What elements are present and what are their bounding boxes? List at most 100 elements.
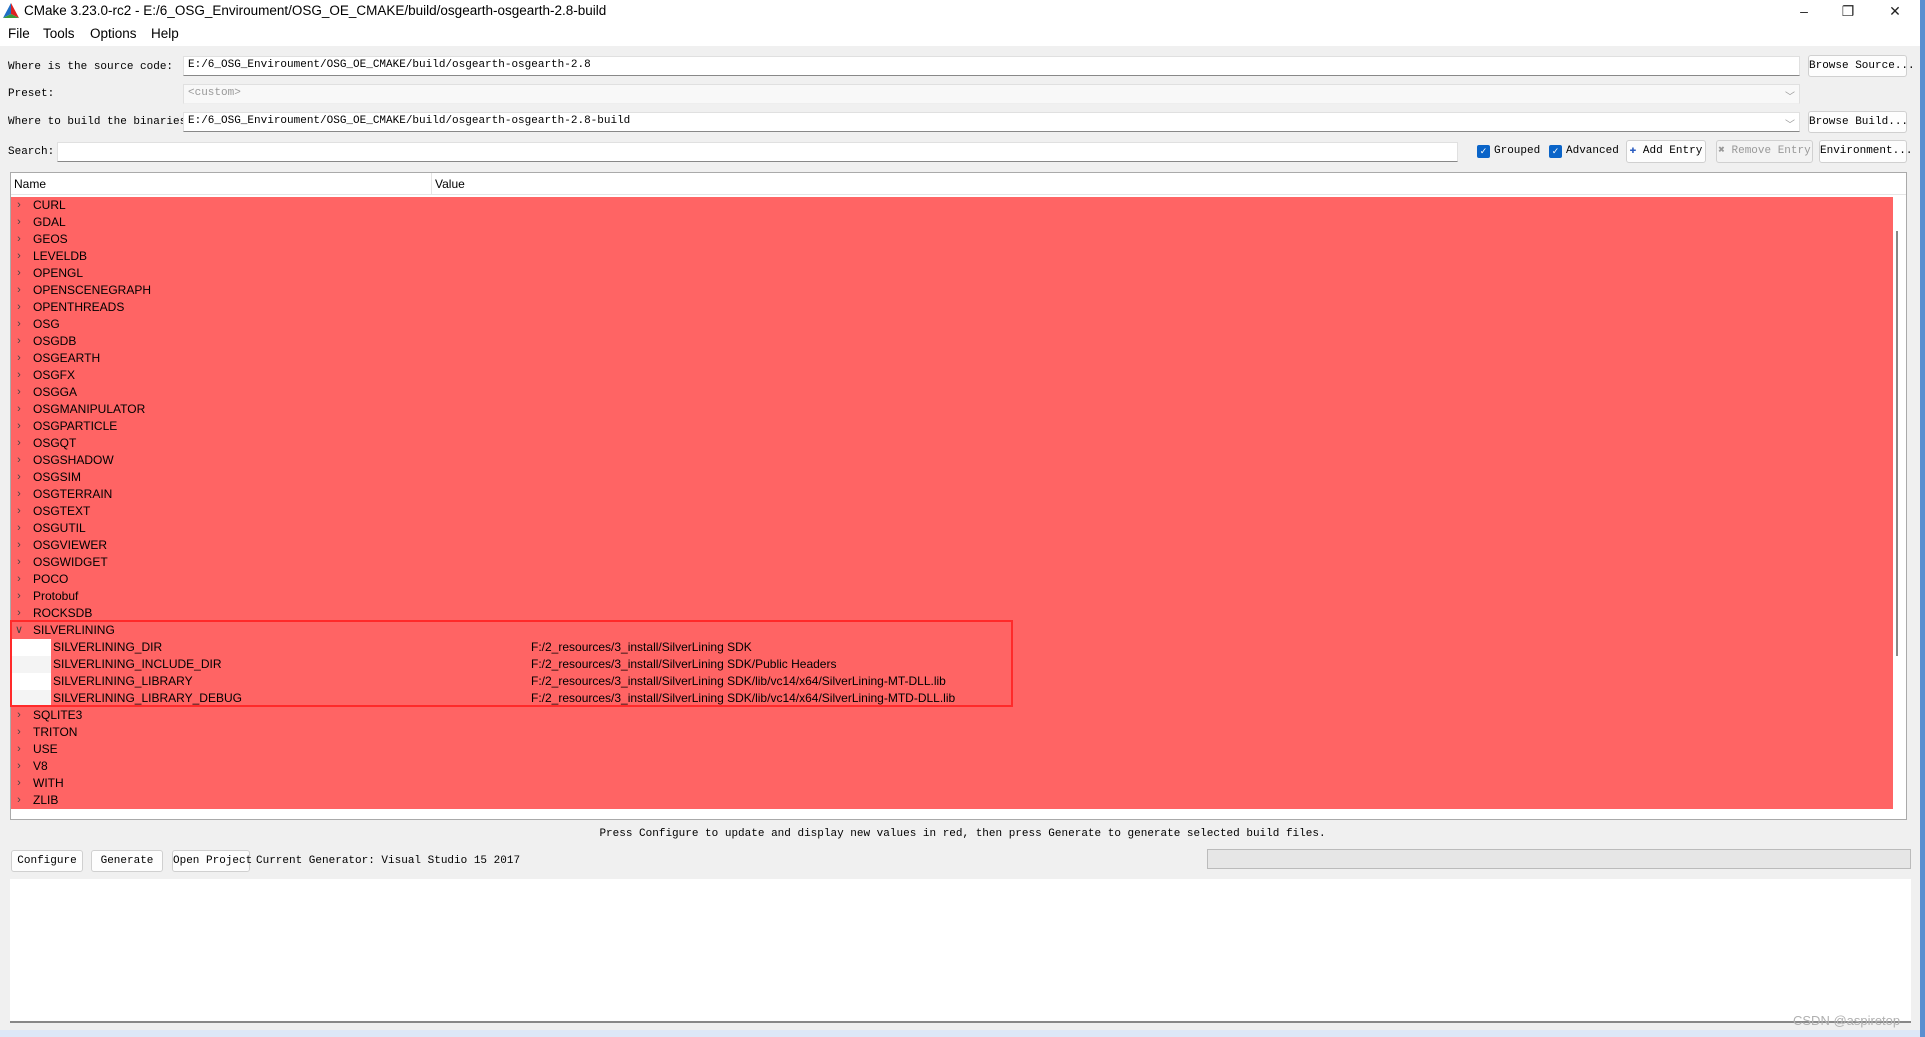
source-input[interactable]: E:/6_OSG_Enviroument/OSG_OE_CMAKE/build/… <box>183 56 1800 76</box>
chevron-right-icon[interactable]: › <box>13 758 25 775</box>
column-header-value[interactable]: Value <box>435 177 465 191</box>
group-name: OSGVIEWER <box>33 538 108 552</box>
chevron-right-icon[interactable]: › <box>13 231 25 248</box>
table-group-row[interactable]: › LEVELDB <box>11 248 1893 265</box>
table-group-row[interactable]: › OSGQT <box>11 435 1893 452</box>
table-row[interactable]: SILVERLINING_DIR F:/2_resources/3_install… <box>11 639 1893 656</box>
chevron-right-icon[interactable]: › <box>13 435 25 452</box>
column-header-name[interactable]: Name <box>14 177 46 191</box>
maximize-button[interactable]: ❐ <box>1826 0 1870 26</box>
environment-button[interactable]: Environment... <box>1819 140 1912 163</box>
table-group-row[interactable]: › V8 <box>11 758 1893 775</box>
chevron-right-icon[interactable]: › <box>13 384 25 401</box>
table-group-row[interactable]: › OSGUTIL <box>11 520 1893 537</box>
table-group-row[interactable]: › OPENSCENEGRAPH <box>11 282 1893 299</box>
table-group-row[interactable]: › ZLIB <box>11 792 1893 809</box>
table-group-row[interactable]: › OSG <box>11 316 1893 333</box>
table-group-row[interactable]: ∨ SILVERLINING <box>11 622 1893 639</box>
table-group-row[interactable]: › OSGPARTICLE <box>11 418 1893 435</box>
preset-select[interactable]: <custom> <box>183 84 1800 104</box>
chevron-right-icon[interactable]: › <box>13 401 25 418</box>
preset-chevron-down-icon[interactable]: ﹀ <box>1785 88 1795 103</box>
table-row[interactable]: SILVERLINING_LIBRARY F:/2_resources/3_ins… <box>11 673 1893 690</box>
table-row[interactable]: SILVERLINING_LIBRARY_DEBUG F:/2_resources… <box>11 690 1893 707</box>
table-group-row[interactable]: › GDAL <box>11 214 1893 231</box>
table-group-row[interactable]: › GEOS <box>11 231 1893 248</box>
chevron-right-icon[interactable]: › <box>13 333 25 350</box>
menu-help[interactable]: Help <box>151 26 179 41</box>
table-group-row[interactable]: › OSGEARTH <box>11 350 1893 367</box>
table-group-row[interactable]: › Protobuf <box>11 588 1893 605</box>
chevron-right-icon[interactable]: › <box>13 282 25 299</box>
vertical-scrollbar[interactable] <box>1896 231 1898 656</box>
menu-file[interactable]: File <box>8 26 30 41</box>
table-group-row[interactable]: › SQLITE3 <box>11 707 1893 724</box>
browse-source-button[interactable]: Browse Source... <box>1808 55 1915 77</box>
table-group-row[interactable]: › OSGWIDGET <box>11 554 1893 571</box>
chevron-right-icon[interactable]: › <box>13 724 25 741</box>
build-chevron-down-icon[interactable]: ﹀ <box>1785 116 1795 131</box>
chevron-right-icon[interactable]: › <box>13 299 25 316</box>
chevron-right-icon[interactable]: › <box>13 265 25 282</box>
output-log[interactable] <box>10 879 1911 1023</box>
add-entry-button[interactable]: ✚ Add Entry <box>1626 140 1706 163</box>
chevron-right-icon[interactable]: › <box>13 775 25 792</box>
advanced-checkbox[interactable]: ✓ <box>1549 145 1562 158</box>
chevron-right-icon[interactable]: › <box>13 248 25 265</box>
chevron-right-icon[interactable]: › <box>13 197 25 214</box>
chevron-right-icon[interactable]: › <box>13 588 25 605</box>
chevron-right-icon[interactable]: › <box>13 792 25 809</box>
table-group-row[interactable]: › OSGTEXT <box>11 503 1893 520</box>
table-group-row[interactable]: › TRITON <box>11 724 1893 741</box>
chevron-right-icon[interactable]: › <box>13 554 25 571</box>
table-group-row[interactable]: › OPENTHREADS <box>11 299 1893 316</box>
table-group-row[interactable]: › POCO <box>11 571 1893 588</box>
chevron-right-icon[interactable]: › <box>13 537 25 554</box>
search-label: Search: <box>8 146 55 158</box>
table-group-row[interactable]: › OSGTERRAIN <box>11 486 1893 503</box>
table-group-row[interactable]: › ROCKSDB <box>11 605 1893 622</box>
row-gutter <box>11 690 51 707</box>
table-group-row[interactable]: › WITH <box>11 775 1893 792</box>
table-group-row[interactable]: › CURL <box>11 197 1893 214</box>
chevron-right-icon[interactable]: › <box>13 214 25 231</box>
chevron-right-icon[interactable]: › <box>13 520 25 537</box>
table-group-row[interactable]: › OSGDB <box>11 333 1893 350</box>
chevron-right-icon[interactable]: › <box>13 350 25 367</box>
table-group-row[interactable]: › OSGSIM <box>11 469 1893 486</box>
configure-button[interactable]: Configure <box>11 850 83 872</box>
table-row[interactable]: SILVERLINING_INCLUDE_DIR F:/2_resources/3… <box>11 656 1893 673</box>
chevron-right-icon[interactable]: › <box>13 367 25 384</box>
chevron-right-icon[interactable]: › <box>13 707 25 724</box>
chevron-right-icon[interactable]: › <box>13 741 25 758</box>
minimize-button[interactable]: – <box>1782 0 1826 26</box>
remove-entry-button[interactable]: ✖ Remove Entry <box>1716 140 1813 163</box>
table-group-row[interactable]: › OSGMANIPULATOR <box>11 401 1893 418</box>
generate-button[interactable]: Generate <box>91 850 163 872</box>
table-group-row[interactable]: › OSGVIEWER <box>11 537 1893 554</box>
grouped-checkbox[interactable]: ✓ <box>1477 145 1490 158</box>
chevron-right-icon[interactable]: › <box>13 503 25 520</box>
chevron-right-icon[interactable]: › <box>13 452 25 469</box>
chevron-down-icon[interactable]: ∨ <box>13 622 25 639</box>
close-button[interactable]: ✕ <box>1873 0 1917 26</box>
search-input[interactable] <box>57 142 1458 162</box>
menu-options[interactable]: Options <box>90 26 137 41</box>
chevron-right-icon[interactable]: › <box>13 486 25 503</box>
table-group-row[interactable]: › OPENGL <box>11 265 1893 282</box>
table-group-row[interactable]: › OSGSHADOW <box>11 452 1893 469</box>
chevron-right-icon[interactable]: › <box>13 469 25 486</box>
chevron-right-icon[interactable]: › <box>13 316 25 333</box>
open-project-button[interactable]: Open Project <box>172 850 252 872</box>
table-group-row[interactable]: › OSGFX <box>11 367 1893 384</box>
table-group-row[interactable]: › OSGGA <box>11 384 1893 401</box>
chevron-right-icon[interactable]: › <box>13 418 25 435</box>
table-group-row[interactable]: › USE <box>11 741 1893 758</box>
chevron-right-icon[interactable]: › <box>13 571 25 588</box>
browse-build-button[interactable]: Browse Build... <box>1808 111 1908 133</box>
group-name: V8 <box>33 759 48 773</box>
build-input[interactable]: E:/6_OSG_Enviroument/OSG_OE_CMAKE/build/… <box>183 112 1800 132</box>
chevron-right-icon[interactable]: › <box>13 605 25 622</box>
menu-tools[interactable]: Tools <box>43 26 75 41</box>
cache-table[interactable]: Name Value › CURL › GDAL › GEOS › LEVELDB › OPENG… <box>10 172 1907 820</box>
